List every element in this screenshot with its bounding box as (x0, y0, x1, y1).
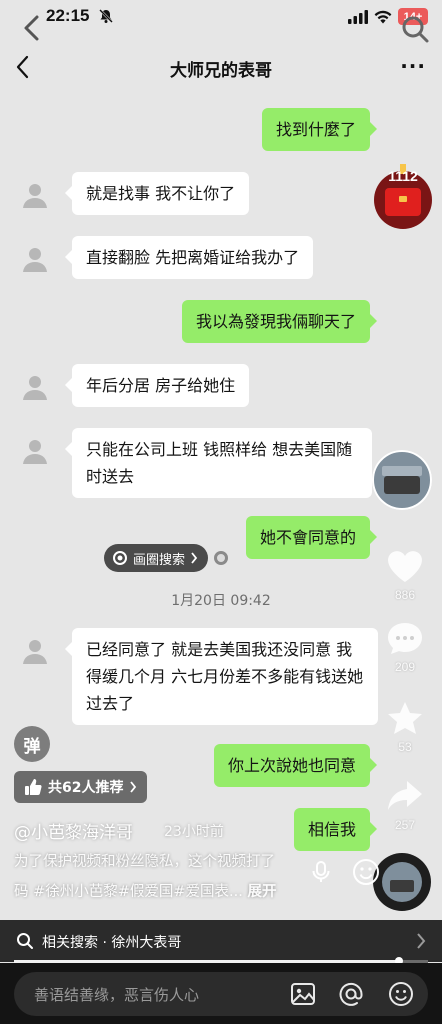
comment-placeholder: 善语结善缘，恶言伤人心 (34, 986, 200, 1004)
message-bubble-incoming[interactable]: 已经同意了 就是去美国我还没同意 我得缓几个月 六七月份差不多能有钱送她过去了 (65, 628, 378, 725)
contact-avatar-icon (23, 640, 47, 664)
status-bar: 22:15 14+ (0, 0, 442, 34)
recommend-pill[interactable]: 共62人推荐 (14, 771, 148, 803)
circle-search-button[interactable]: 画圈搜索 (104, 544, 209, 572)
chat-title: 大师兄的表哥 (170, 61, 272, 81)
chevron-right-icon (191, 552, 198, 564)
chevron-right-icon (417, 933, 426, 949)
share-icon (388, 781, 422, 810)
share-count: 257 (394, 818, 416, 832)
contact-avatar-icon (23, 440, 47, 464)
chat-timestamp: 1月20日 09:42 (171, 593, 271, 609)
emoji-icon[interactable] (388, 981, 414, 1007)
recommend-label: 共62人推荐 (48, 780, 124, 796)
search-icon (17, 933, 33, 949)
more-options-icon[interactable]: ··· (400, 54, 426, 78)
thumbs-up-icon (25, 779, 42, 795)
message-bubble-incoming[interactable]: 只能在公司上班 钱照样给 想去美国随时送去 (65, 428, 372, 498)
like-count: 886 (394, 588, 416, 602)
expand-link[interactable]: 展开 (248, 884, 277, 900)
signal-icon (348, 9, 368, 24)
author-name[interactable]: @小芭黎海洋哥 (14, 818, 133, 843)
bell-muted-icon (99, 9, 113, 23)
mention-icon[interactable] (338, 981, 364, 1007)
message-bubble-outgoing[interactable]: 我以為發現我倆聊天了 (181, 300, 378, 343)
microphone-icon[interactable] (310, 860, 332, 884)
contact-avatar-icon (23, 248, 47, 272)
hashtag-text[interactable]: 码 #徐州小芭黎#假爱国#爱国表... (14, 884, 243, 900)
wifi-icon (374, 10, 392, 23)
danmu-toggle-button[interactable]: 弹 (14, 726, 50, 762)
comment-count: 209 (394, 660, 416, 674)
share-button[interactable]: 257 (383, 778, 427, 832)
related-search-bar[interactable]: 相关搜索 · 徐州大表哥 (0, 920, 442, 962)
message-bubble-incoming[interactable]: 年后分居 房子给她住 (64, 364, 250, 407)
message-bubble-outgoing[interactable]: 找到什麼了 (261, 108, 378, 151)
chat-header: 大师兄的表哥 ··· (0, 46, 442, 88)
circle-search-label: 画圈搜索 (133, 552, 186, 568)
contact-avatar-icon (23, 376, 47, 400)
comment-button[interactable]: 209 (383, 620, 427, 674)
star-icon (388, 702, 422, 734)
status-time: 22:15 (46, 6, 90, 25)
search-icon[interactable] (400, 14, 430, 44)
message-bubble-outgoing[interactable]: 相信我 (293, 808, 378, 851)
author-avatar[interactable] (372, 450, 432, 510)
video-description-hashtags[interactable]: 码 #徐州小芭黎#假爱国#爱国表... 展开 (14, 880, 277, 901)
video-back-icon[interactable] (22, 14, 42, 42)
like-button[interactable]: 886 (383, 548, 427, 602)
heart-icon (388, 551, 422, 582)
favorite-count: 53 (398, 740, 412, 754)
message-bubble-outgoing[interactable]: 你上次說她也同意 (213, 744, 378, 787)
message-bubble-incoming[interactable]: 直接翻脸 先把离婚证给我办了 (64, 236, 314, 279)
emoji-icon[interactable] (352, 858, 380, 886)
image-icon[interactable] (290, 981, 316, 1007)
post-time: 23小时前 (164, 824, 224, 840)
chevron-right-icon (130, 781, 137, 793)
red-packet-widget[interactable]: 1112 (372, 160, 434, 230)
contact-avatar-icon (23, 184, 47, 208)
comment-bar: 善语结善缘，恶言伤人心 (0, 963, 442, 1024)
comment-icon (388, 623, 422, 654)
favorite-button[interactable]: 53 (383, 700, 427, 754)
red-packet-count: 1112 (388, 168, 418, 184)
comment-input[interactable]: 善语结善缘，恶言伤人心 (14, 972, 428, 1016)
message-bubble-incoming[interactable]: 就是找事 我不让你了 (64, 172, 250, 215)
related-search-label[interactable]: 相关搜索 · 徐州大表哥 (42, 932, 181, 952)
music-disc-avatar[interactable] (372, 852, 432, 912)
message-bubble-outgoing[interactable]: 她不會同意的 (245, 516, 378, 559)
circle-search-handle[interactable] (214, 551, 228, 565)
circle-search-icon (113, 551, 127, 565)
video-description: 为了保护视频和粉丝隐私，这个视频打了 (14, 854, 275, 870)
